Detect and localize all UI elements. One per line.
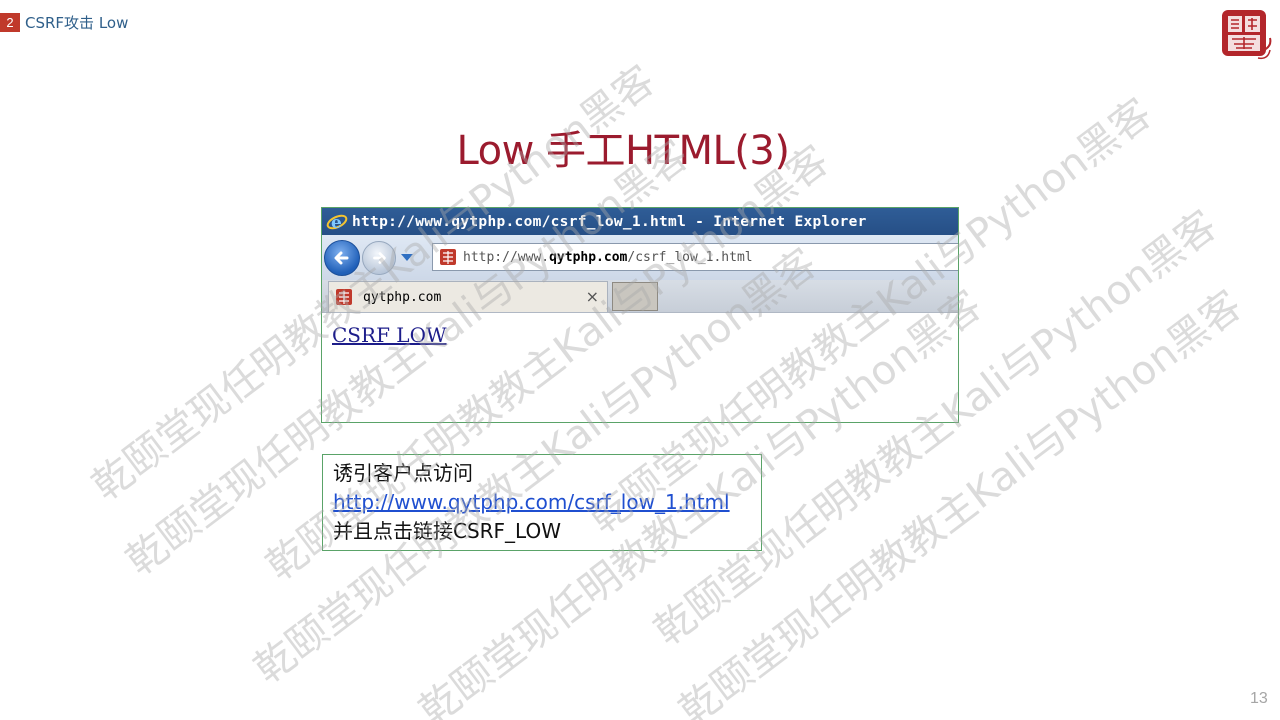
slide-title: Low 手工HTML(3) — [456, 128, 790, 174]
arrow-right-icon — [373, 251, 386, 264]
address-url: http://www.qytphp.com/csrf_low_1.html — [463, 249, 753, 265]
section-title: CSRF攻击 Low — [25, 13, 129, 32]
tab-qytphp[interactable]: qytphp.com × — [328, 281, 608, 312]
seal-logo-icon — [1222, 10, 1272, 60]
forward-button[interactable] — [362, 240, 396, 275]
site-favicon-icon — [336, 289, 352, 305]
browser-tabbar: qytphp.com × — [322, 280, 958, 313]
close-tab-icon[interactable]: × — [586, 287, 599, 306]
new-tab-button[interactable] — [612, 282, 658, 311]
window-title: http://www.qytphp.com/csrf_low_1.html - … — [352, 213, 867, 230]
section-number: 2 — [0, 12, 20, 32]
note-box: 诱引客户点访问 http://www.qytphp.com/csrf_low_1… — [322, 454, 762, 551]
internet-explorer-icon: e — [326, 213, 348, 233]
chevron-down-icon — [401, 253, 413, 261]
note-line-1: 诱引客户点访问 — [333, 461, 473, 485]
back-button[interactable] — [324, 239, 360, 276]
csrf-low-link[interactable]: CSRF LOW — [332, 323, 447, 347]
browser-navbar: http://www.qytphp.com/csrf_low_1.html — [322, 235, 958, 280]
browser-content: CSRF LOW — [322, 313, 958, 357]
address-bar[interactable]: http://www.qytphp.com/csrf_low_1.html — [432, 243, 958, 271]
note-url-link[interactable]: http://www.qytphp.com/csrf_low_1.html — [333, 490, 730, 514]
section-tag: 2 CSRF攻击 Low — [0, 12, 128, 32]
arrow-left-icon — [334, 251, 349, 264]
svg-text:e: e — [331, 213, 342, 233]
page-number: 13 — [1250, 690, 1268, 707]
site-favicon-icon — [440, 249, 456, 265]
browser-titlebar: e http://www.qytphp.com/csrf_low_1.html … — [322, 208, 958, 235]
tab-label: qytphp.com — [363, 289, 442, 305]
browser-screenshot: e http://www.qytphp.com/csrf_low_1.html … — [321, 207, 959, 423]
note-line-3: 并且点击链接CSRF_LOW — [333, 519, 562, 543]
history-dropdown[interactable] — [400, 251, 414, 265]
